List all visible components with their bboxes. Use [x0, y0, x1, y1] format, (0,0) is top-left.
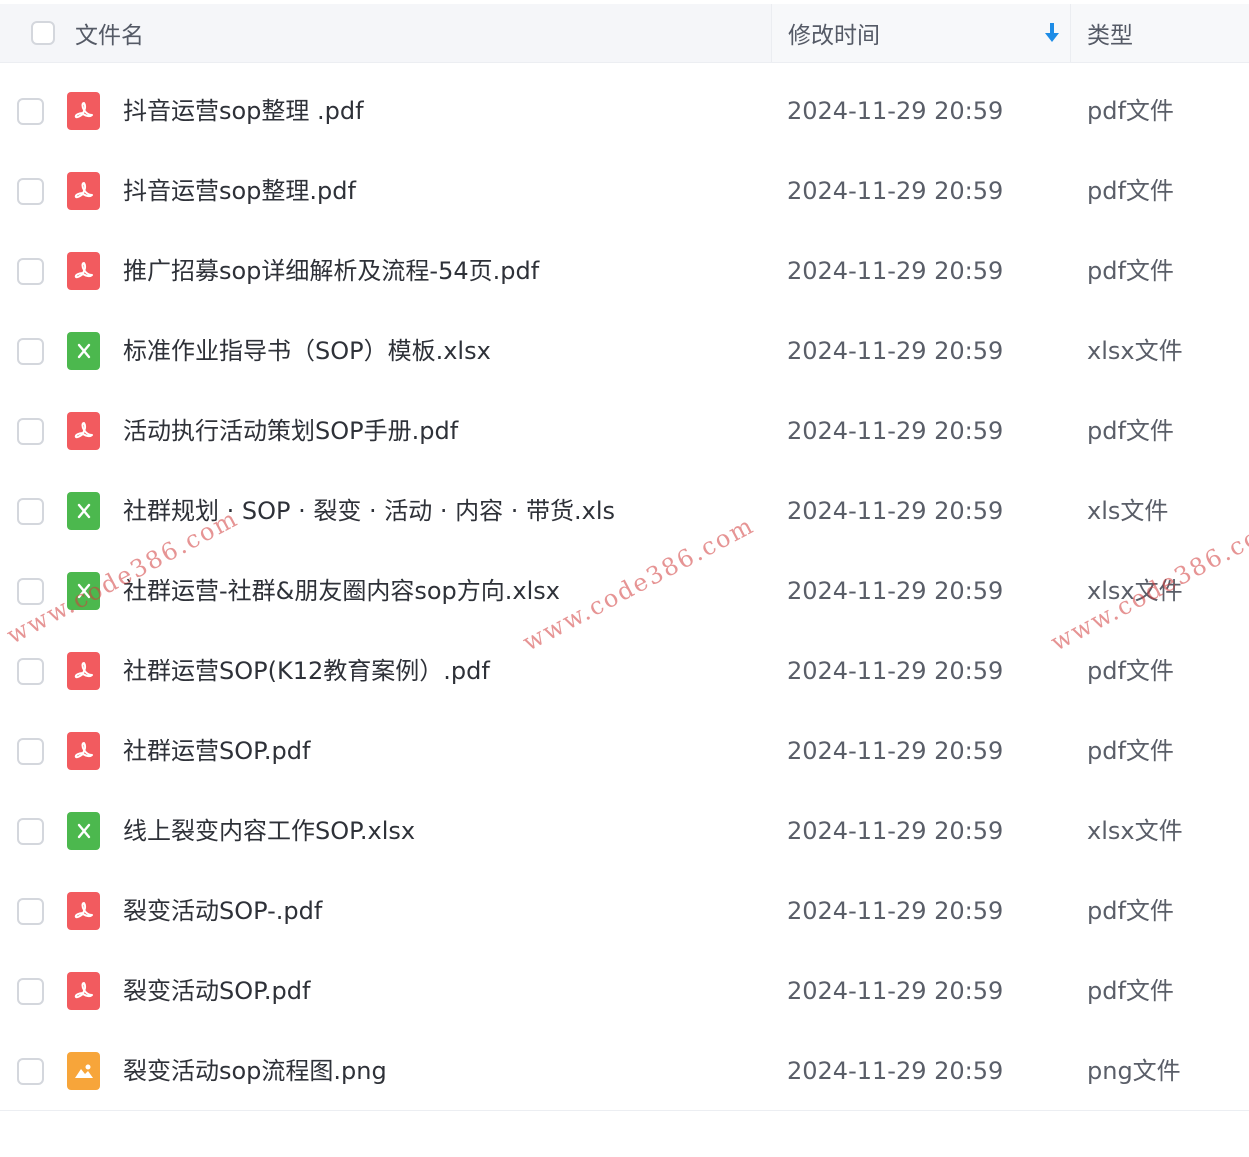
file-row[interactable]: 社群运营SOP(K12教育案例）.pdf 2024-11-29 20:59 pdf文… [0, 631, 1249, 711]
excel-icon [67, 492, 100, 530]
file-row[interactable]: 社群运营SOP.pdf 2024-11-29 20:59 pdf文件 [0, 711, 1249, 791]
file-type: pdf文件 [1087, 177, 1174, 205]
file-modified-time: 2024-11-29 20:59 [787, 1057, 1004, 1085]
row-checkbox[interactable] [17, 818, 44, 845]
column-header-name[interactable]: 文件名 [0, 4, 770, 62]
file-name[interactable]: 活动执行活动策划SOP手册.pdf [123, 391, 458, 471]
file-name[interactable]: 裂变活动sop流程图.png [123, 1031, 387, 1111]
sort-descending-icon[interactable] [1042, 21, 1062, 45]
row-checkbox[interactable] [17, 98, 44, 125]
file-row[interactable]: 线上裂变内容工作SOP.xlsx 2024-11-29 20:59 xlsx文件 [0, 791, 1249, 871]
file-modified-time: 2024-11-29 20:59 [787, 417, 1004, 445]
file-name[interactable]: 裂变活动SOP.pdf [123, 951, 310, 1031]
file-name[interactable]: 社群运营SOP(K12教育案例）.pdf [123, 631, 490, 711]
row-checkbox[interactable] [17, 258, 44, 285]
file-modified-time: 2024-11-29 20:59 [787, 257, 1004, 285]
file-type: pdf文件 [1087, 897, 1174, 925]
file-name[interactable]: 抖音运营sop整理.pdf [123, 151, 356, 231]
file-type: xlsx文件 [1087, 577, 1183, 605]
select-all-checkbox[interactable] [31, 21, 55, 45]
row-checkbox[interactable] [17, 738, 44, 765]
file-name[interactable]: 社群规划 · SOP · 裂变 · 活动 · 内容 · 带货.xls [123, 471, 615, 551]
file-type: xls文件 [1087, 497, 1169, 525]
column-time-label: 修改时间 [788, 23, 880, 49]
excel-icon [67, 572, 100, 610]
pdf-icon [67, 172, 100, 210]
file-type: pdf文件 [1087, 657, 1174, 685]
file-row[interactable]: 裂变活动SOP.pdf 2024-11-29 20:59 pdf文件 [0, 951, 1249, 1031]
file-row[interactable]: 活动执行活动策划SOP手册.pdf 2024-11-29 20:59 pdf文件 [0, 391, 1249, 471]
excel-icon [67, 812, 100, 850]
pdf-icon [67, 972, 100, 1010]
row-checkbox[interactable] [17, 418, 44, 445]
list-divider [0, 1110, 1249, 1111]
pdf-icon [67, 732, 100, 770]
file-name[interactable]: 标准作业指导书（SOP）模板.xlsx [123, 311, 491, 391]
column-type-label: 类型 [1087, 23, 1133, 49]
file-type: xlsx文件 [1087, 337, 1183, 365]
file-modified-time: 2024-11-29 20:59 [787, 657, 1004, 685]
file-row[interactable]: 抖音运营sop整理.pdf 2024-11-29 20:59 pdf文件 [0, 151, 1249, 231]
file-modified-time: 2024-11-29 20:59 [787, 97, 1004, 125]
row-checkbox[interactable] [17, 498, 44, 525]
file-row[interactable]: 抖音运营sop整理 .pdf 2024-11-29 20:59 pdf文件 [0, 71, 1249, 151]
file-modified-time: 2024-11-29 20:59 [787, 177, 1004, 205]
row-checkbox[interactable] [17, 898, 44, 925]
file-modified-time: 2024-11-29 20:59 [787, 817, 1004, 845]
file-type: pdf文件 [1087, 737, 1174, 765]
column-name-label: 文件名 [75, 23, 144, 49]
file-row[interactable]: 裂变活动SOP-.pdf 2024-11-29 20:59 pdf文件 [0, 871, 1249, 951]
file-row[interactable]: 社群规划 · SOP · 裂变 · 活动 · 内容 · 带货.xls 2024-1… [0, 471, 1249, 551]
file-list: 抖音运营sop整理 .pdf 2024-11-29 20:59 pdf文件 抖音运营s… [0, 71, 1249, 1111]
file-modified-time: 2024-11-29 20:59 [787, 897, 1004, 925]
file-modified-time: 2024-11-29 20:59 [787, 737, 1004, 765]
file-list-header: 文件名 修改时间 类型 [0, 4, 1249, 63]
pdf-icon [67, 652, 100, 690]
file-modified-time: 2024-11-29 20:59 [787, 337, 1004, 365]
file-row[interactable]: 推广招募sop详细解析及流程-54页.pdf 2024-11-29 20:59 pd… [0, 231, 1249, 311]
file-name[interactable]: 裂变活动SOP-.pdf [123, 871, 322, 951]
row-checkbox[interactable] [17, 978, 44, 1005]
row-checkbox[interactable] [17, 578, 44, 605]
file-name[interactable]: 社群运营-社群&朋友圈内容sop方向.xlsx [123, 551, 560, 631]
file-type: png文件 [1087, 1057, 1181, 1085]
file-type: pdf文件 [1087, 97, 1174, 125]
file-name[interactable]: 社群运营SOP.pdf [123, 711, 310, 791]
column-header-time[interactable]: 修改时间 [771, 4, 1070, 62]
file-modified-time: 2024-11-29 20:59 [787, 977, 1004, 1005]
pdf-icon [67, 92, 100, 130]
file-type: pdf文件 [1087, 257, 1174, 285]
file-row[interactable]: 标准作业指导书（SOP）模板.xlsx 2024-11-29 20:59 xlsx文… [0, 311, 1249, 391]
row-checkbox[interactable] [17, 658, 44, 685]
file-modified-time: 2024-11-29 20:59 [787, 497, 1004, 525]
row-checkbox[interactable] [17, 1058, 44, 1085]
pdf-icon [67, 252, 100, 290]
excel-icon [67, 332, 100, 370]
pdf-icon [67, 412, 100, 450]
file-name[interactable]: 推广招募sop详细解析及流程-54页.pdf [123, 231, 539, 311]
file-modified-time: 2024-11-29 20:59 [787, 577, 1004, 605]
row-checkbox[interactable] [17, 178, 44, 205]
row-checkbox[interactable] [17, 338, 44, 365]
file-name[interactable]: 抖音运营sop整理 .pdf [123, 71, 364, 151]
file-name[interactable]: 线上裂变内容工作SOP.xlsx [123, 791, 415, 871]
file-row[interactable]: 裂变活动sop流程图.png 2024-11-29 20:59 png文件 [0, 1031, 1249, 1111]
column-header-type[interactable]: 类型 [1070, 4, 1249, 62]
image-icon [67, 1052, 100, 1090]
file-type: pdf文件 [1087, 977, 1174, 1005]
file-type: pdf文件 [1087, 417, 1174, 445]
file-type: xlsx文件 [1087, 817, 1183, 845]
file-row[interactable]: 社群运营-社群&朋友圈内容sop方向.xlsx 2024-11-29 20:59 x… [0, 551, 1249, 631]
pdf-icon [67, 892, 100, 930]
